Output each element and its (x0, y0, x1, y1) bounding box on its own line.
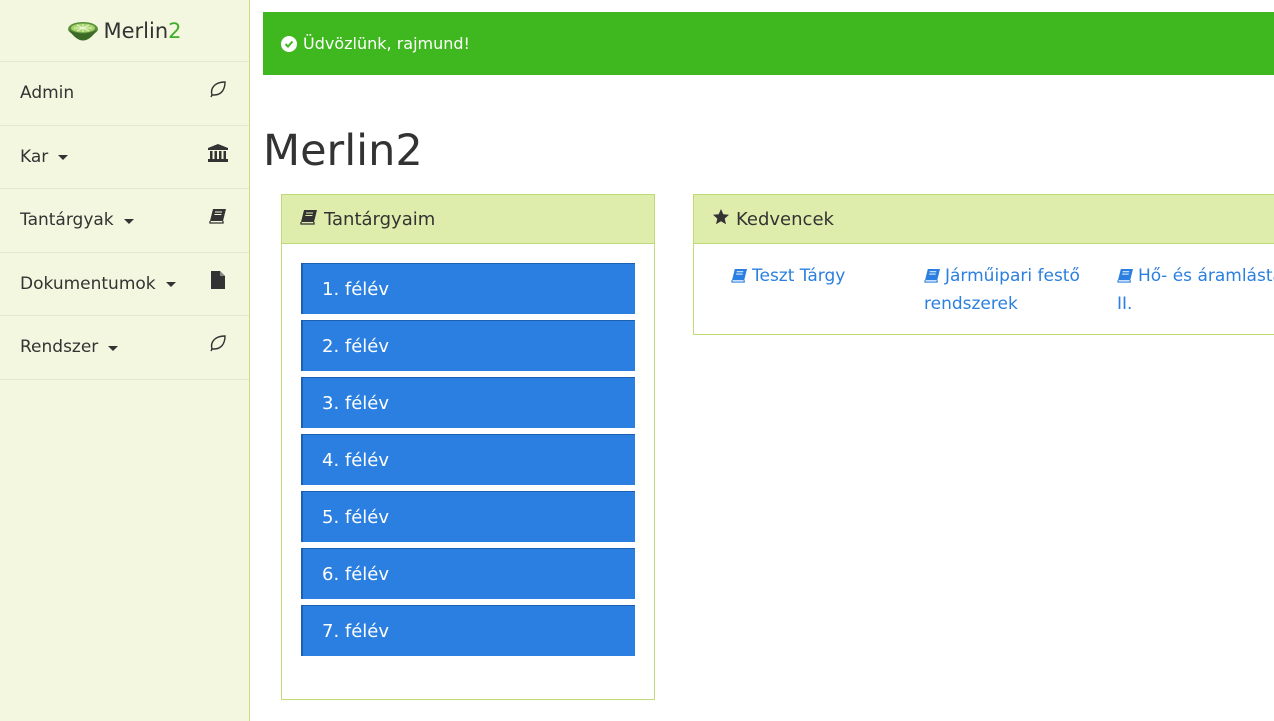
sidebar-item-dokumentumok[interactable]: Dokumentumok (0, 253, 249, 316)
alert-text: Üdvözlünk, rajmund! (303, 34, 470, 53)
book-icon (1117, 265, 1134, 291)
sidebar-item-label: Kar (20, 146, 49, 167)
sidebar-item-label: Rendszer (20, 337, 99, 358)
leaf-icon (207, 332, 229, 354)
favorites-list: Teszt Tárgy Járműipari festő rendszerek … (731, 263, 1274, 317)
page-title: Merlin2 (263, 126, 423, 176)
welcome-alert: Üdvözlünk, rajmund! (263, 12, 1274, 75)
book-icon (300, 209, 318, 230)
sidebar-item-label: Tantárgyak (20, 210, 114, 231)
sidebar-item-label: Admin (20, 83, 75, 104)
star-icon (712, 208, 730, 231)
main-content: Üdvözlünk, rajmund! Merlin2 Tantárgyaim … (263, 0, 1274, 721)
sidebar: Merlin2 Admin Kar Tantárgyak Dokumentumo… (0, 0, 250, 721)
caret-down-icon (58, 155, 69, 161)
favorites-panel-heading: Kedvencek (694, 195, 1274, 244)
book-icon (207, 205, 229, 227)
favorite-label: Teszt Tárgy (752, 266, 846, 286)
file-icon (207, 269, 229, 291)
semester-button[interactable]: 4. félév (301, 434, 635, 485)
semester-button[interactable]: 6. félév (301, 548, 635, 599)
lime-logo-icon (67, 15, 99, 47)
favorite-label: Járműipari festő rendszerek (924, 266, 1080, 314)
favorites-panel-title: Kedvencek (736, 208, 834, 230)
caret-down-icon (123, 218, 134, 224)
sidebar-item-rendszer[interactable]: Rendszer (0, 316, 249, 380)
subjects-panel-heading: Tantárgyaim (282, 195, 654, 244)
favorite-link[interactable]: Hő- és áramlástan II. (1117, 263, 1274, 317)
favorite-link[interactable]: Teszt Tárgy (731, 263, 924, 317)
sidebar-item-label: Dokumentumok (20, 273, 156, 294)
brand-name: Merlin2 (103, 18, 182, 43)
subjects-panel: Tantárgyaim 1. félév 2. félév 3. félév 4… (281, 194, 655, 700)
check-circle-icon (281, 35, 297, 52)
semester-button[interactable]: 5. félév (301, 491, 635, 542)
brand[interactable]: Merlin2 (0, 0, 249, 62)
book-icon (924, 265, 941, 291)
sidebar-item-admin[interactable]: Admin (0, 62, 249, 126)
book-icon (731, 265, 748, 291)
institution-icon (207, 142, 229, 164)
semester-button[interactable]: 2. félév (301, 320, 635, 371)
favorites-panel: Kedvencek Teszt Tárgy Járműipari festő r… (693, 194, 1274, 335)
favorite-label: Hő- és áramlástan II. (1117, 266, 1274, 314)
semester-list: 1. félév 2. félév 3. félév 4. félév 5. f… (301, 263, 635, 662)
sidebar-item-tantargyak[interactable]: Tantárgyak (0, 189, 249, 253)
leaf-icon (207, 78, 229, 100)
semester-button[interactable]: 7. félév (301, 605, 635, 656)
caret-down-icon (165, 282, 176, 288)
favorite-link[interactable]: Járműipari festő rendszerek (924, 263, 1117, 317)
sidebar-item-kar[interactable]: Kar (0, 126, 249, 189)
semester-button[interactable]: 1. félév (301, 263, 635, 314)
caret-down-icon (108, 345, 119, 351)
semester-button[interactable]: 3. félév (301, 377, 635, 428)
subjects-panel-title: Tantárgyaim (324, 208, 436, 230)
